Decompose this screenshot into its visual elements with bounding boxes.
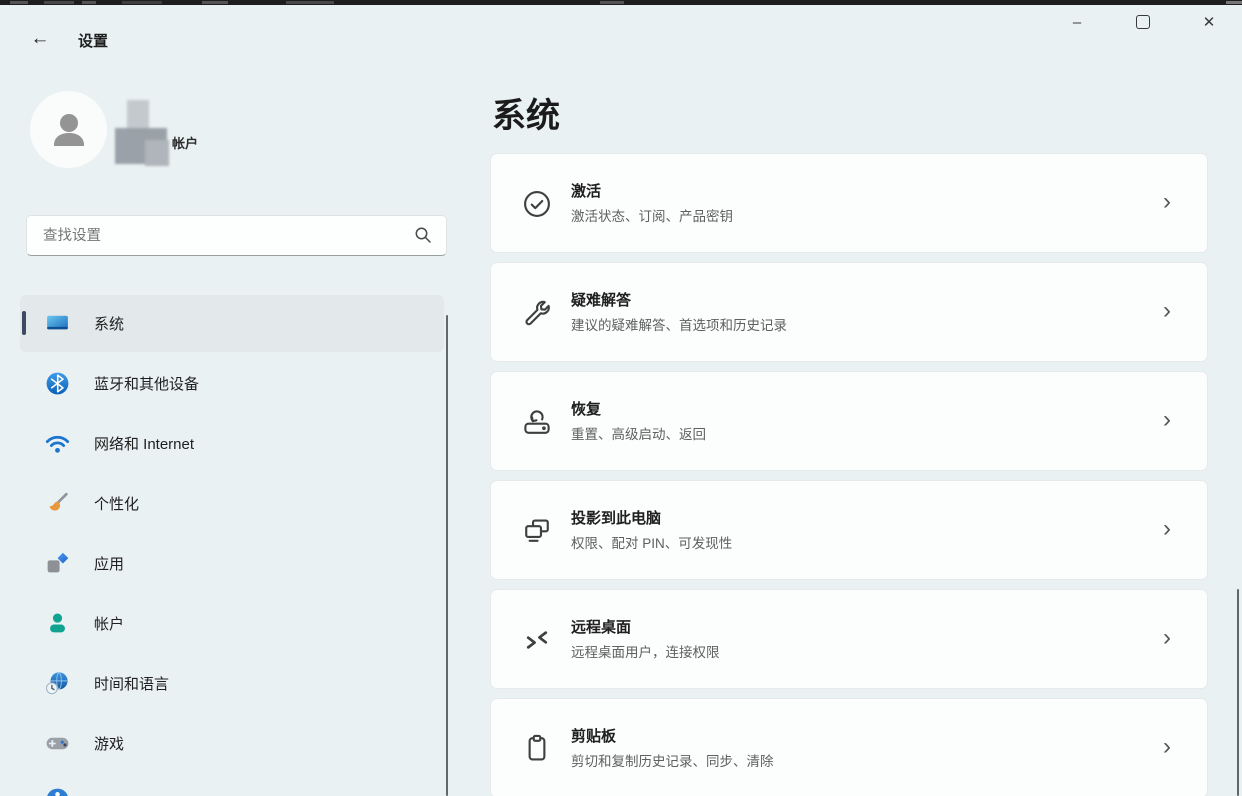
bluetooth-icon <box>46 372 69 395</box>
card-subtitle: 重置、高级启动、返回 <box>571 427 706 442</box>
card-clipboard[interactable]: 剪贴板 剪切和复制历史记录、同步、清除 › <box>490 698 1208 796</box>
settings-window: ← 设置 – ✕ 帐户 查找设置 系统 蓝牙和其他设备 网络和 Internet… <box>0 0 1242 796</box>
card-projecting-to-pc[interactable]: 投影到此电脑 权限、配对 PIN、可发现性 › <box>490 480 1208 580</box>
card-remote-desktop[interactable]: 远程桌面 远程桌面用户，连接权限 › <box>490 589 1208 689</box>
remote-desktop-icon <box>526 631 548 649</box>
sidebar-item-bluetooth[interactable]: 蓝牙和其他设备 <box>20 355 444 412</box>
minimize-button[interactable]: – <box>1044 0 1110 44</box>
recovery-icon <box>524 410 550 434</box>
sidebar-item-time-language[interactable]: 时间和语言 <box>20 655 444 712</box>
card-title: 远程桌面 <box>571 619 632 636</box>
search-box[interactable] <box>26 215 447 256</box>
sidebar-item-personalization[interactable]: 个性化 <box>20 475 444 532</box>
back-button[interactable]: ← <box>24 25 56 53</box>
chevron-right-icon: › <box>1163 515 1171 542</box>
troubleshoot-wrench-icon <box>525 300 550 326</box>
sidebar-item-label: 系统 <box>94 316 125 333</box>
card-title: 剪贴板 <box>571 728 617 745</box>
card-subtitle: 远程桌面用户，连接权限 <box>571 645 720 660</box>
sidebar-item-label: 应用 <box>94 556 125 573</box>
activation-check-icon <box>524 191 550 217</box>
apps-icon <box>47 552 69 573</box>
sidebar-item-label: 时间和语言 <box>94 676 170 693</box>
card-subtitle: 权限、配对 PIN、可发现性 <box>571 536 733 551</box>
sidebar-item-label: 游戏 <box>94 736 125 753</box>
card-subtitle: 建议的疑难解答、首选项和历史记录 <box>571 318 787 333</box>
card-recovery[interactable]: 恢复 重置、高级启动、返回 › <box>490 371 1208 471</box>
accounts-icon <box>50 613 65 633</box>
clipboard-icon <box>528 734 546 761</box>
app-title: 设置 <box>78 33 109 50</box>
sidebar-item-label: 个性化 <box>94 496 140 513</box>
redacted-username <box>115 100 173 166</box>
project-to-pc-icon <box>525 519 549 542</box>
card-troubleshoot[interactable]: 疑难解答 建议的疑难解答、首选项和历史记录 › <box>490 262 1208 362</box>
maximize-button[interactable] <box>1110 0 1176 44</box>
avatar[interactable] <box>30 91 107 168</box>
system-icon <box>47 315 68 330</box>
sidebar-item-apps[interactable]: 应用 <box>20 535 444 592</box>
network-icon <box>45 435 70 453</box>
chevron-right-icon: › <box>1163 406 1171 433</box>
chevron-right-icon: › <box>1163 624 1171 651</box>
card-subtitle: 激活状态、订阅、产品密钥 <box>571 209 733 224</box>
sidebar-item-network[interactable]: 网络和 Internet <box>20 415 444 472</box>
gaming-icon <box>46 737 69 750</box>
chevron-right-icon: › <box>1163 297 1171 324</box>
chevron-right-icon: › <box>1163 188 1171 215</box>
page-title: 系统 <box>492 97 560 135</box>
card-title: 疑难解答 <box>571 292 632 309</box>
window-controls: – ✕ <box>1044 0 1242 48</box>
sidebar-item-accessibility-partial[interactable] <box>20 775 444 796</box>
sidebar-item-label: 帐户 <box>94 616 125 633</box>
accessibility-icon-partial <box>47 788 68 796</box>
chevron-right-icon: › <box>1163 733 1171 760</box>
person-icon <box>53 113 84 146</box>
close-button[interactable]: ✕ <box>1176 0 1242 44</box>
sidebar-item-system[interactable]: 系统 <box>20 295 444 352</box>
main-scrollbar[interactable] <box>1237 589 1239 796</box>
card-activation[interactable]: 激活 激活状态、订阅、产品密钥 › <box>490 153 1208 253</box>
search-icon[interactable] <box>414 226 432 244</box>
card-title: 投影到此电脑 <box>571 510 662 527</box>
search-input[interactable] <box>41 216 405 256</box>
sidebar-item-label: 蓝牙和其他设备 <box>94 376 200 393</box>
card-title: 激活 <box>571 183 602 200</box>
user-account-label: 帐户 <box>172 136 199 151</box>
personalization-icon <box>49 492 68 511</box>
time-language-icon <box>45 672 68 695</box>
card-subtitle: 剪切和复制历史记录、同步、清除 <box>571 754 774 769</box>
sidebar-item-accounts[interactable]: 帐户 <box>20 595 444 652</box>
selected-accent-pill <box>22 311 26 335</box>
card-title: 恢复 <box>571 401 602 418</box>
sidebar-nav: 系统 蓝牙和其他设备 网络和 Internet 个性化 应用 帐户 时间和语言 … <box>0 288 470 796</box>
sidebar-scrollbar[interactable] <box>446 315 448 796</box>
sidebar-item-label: 网络和 Internet <box>94 436 195 453</box>
sidebar-item-gaming[interactable]: 游戏 <box>20 715 444 772</box>
maximize-icon <box>1136 15 1150 29</box>
